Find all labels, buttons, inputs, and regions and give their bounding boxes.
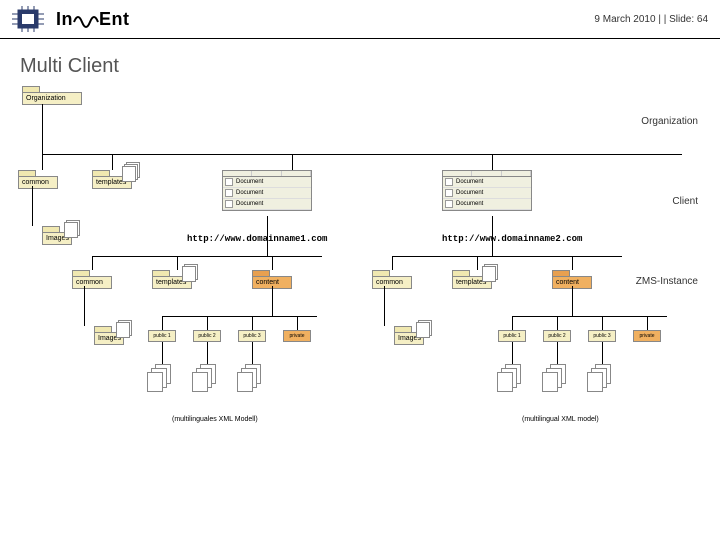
- doc-icon: [225, 189, 233, 197]
- folder-images: Images: [42, 226, 72, 245]
- connector: [492, 154, 493, 170]
- folder-common: common: [18, 170, 58, 189]
- connector: [162, 316, 317, 317]
- diagram: Organization Organization common templat…: [12, 86, 708, 516]
- connector: [384, 286, 385, 326]
- connector: [292, 154, 293, 170]
- connector: [492, 216, 493, 256]
- label-organization: Organization: [641, 116, 698, 127]
- header: In Ent 9 March 2010 | | Slide: 64: [0, 0, 720, 39]
- doc-icon: [445, 189, 453, 197]
- box-public3-a: public 3: [238, 330, 266, 342]
- wave-icon: [73, 10, 99, 28]
- doc-label: Document: [456, 190, 483, 196]
- folder-common-2: common: [372, 270, 412, 289]
- connector: [84, 286, 85, 326]
- connector: [477, 256, 478, 270]
- doc-label: Document: [236, 201, 263, 207]
- browser-domain2: Document Document Document: [442, 170, 532, 211]
- connector: [112, 154, 113, 170]
- folder-templates-1: templates: [152, 270, 192, 289]
- connector: [392, 256, 622, 257]
- doc-label: Document: [456, 179, 483, 185]
- chip-icon: [12, 6, 44, 32]
- folder-label: common: [18, 176, 58, 189]
- connector: [512, 316, 667, 317]
- connector: [252, 316, 253, 330]
- connector: [92, 256, 93, 270]
- folder-common-1: common: [72, 270, 112, 289]
- box-public2-b: public 2: [543, 330, 571, 342]
- label-client: Client: [672, 196, 698, 207]
- connector: [162, 316, 163, 330]
- connector: [42, 154, 682, 155]
- box-public1-a: public 1: [148, 330, 176, 342]
- connector: [177, 256, 178, 270]
- doc-label: Document: [456, 201, 483, 207]
- doc-icon: [225, 178, 233, 186]
- folder-templates: templates: [92, 170, 132, 189]
- folder-label: Organization: [22, 92, 82, 105]
- connector: [267, 216, 268, 256]
- box-public3-b: public 3: [588, 330, 616, 342]
- note-left: (multilinguales XML Modell): [172, 416, 258, 423]
- folder-templates-2: templates: [452, 270, 492, 289]
- logo-area: In Ent: [12, 6, 130, 32]
- connector: [297, 316, 298, 330]
- url-domain2: http://www.domainname2.com: [442, 234, 582, 244]
- connector: [557, 316, 558, 330]
- note-right: (multilingual XML model): [522, 416, 599, 423]
- connector: [32, 186, 33, 226]
- page-title: Multi Client: [0, 39, 720, 86]
- doc-label: Document: [236, 179, 263, 185]
- folder-organization: Organization: [22, 86, 82, 105]
- connector: [647, 316, 648, 330]
- connector: [602, 316, 603, 330]
- box-private-a: private: [283, 330, 311, 342]
- connector: [92, 256, 322, 257]
- browser-domain1: Document Document Document: [222, 170, 312, 211]
- connector: [512, 316, 513, 330]
- connector: [272, 256, 273, 270]
- box-public2-a: public 2: [193, 330, 221, 342]
- doc-icon: [445, 178, 453, 186]
- brand-logo: In Ent: [56, 9, 130, 30]
- folder-label: common: [72, 276, 112, 289]
- box-public1-b: public 1: [498, 330, 526, 342]
- label-zms: ZMS-Instance: [636, 276, 698, 287]
- box-private-b: private: [633, 330, 661, 342]
- connector: [207, 316, 208, 330]
- connector: [392, 256, 393, 270]
- slide-meta: 9 March 2010 | | Slide: 64: [594, 14, 708, 25]
- connector: [572, 286, 573, 316]
- connector: [272, 286, 273, 316]
- doc-icon: [445, 200, 453, 208]
- folder-images-2: Images: [394, 326, 424, 345]
- doc-icon: [225, 200, 233, 208]
- connector: [42, 104, 43, 154]
- url-domain1: http://www.domainname1.com: [187, 234, 327, 244]
- connector: [572, 256, 573, 270]
- folder-label: common: [372, 276, 412, 289]
- folder-images-1: Images: [94, 326, 124, 345]
- doc-label: Document: [236, 190, 263, 196]
- connector: [42, 154, 43, 170]
